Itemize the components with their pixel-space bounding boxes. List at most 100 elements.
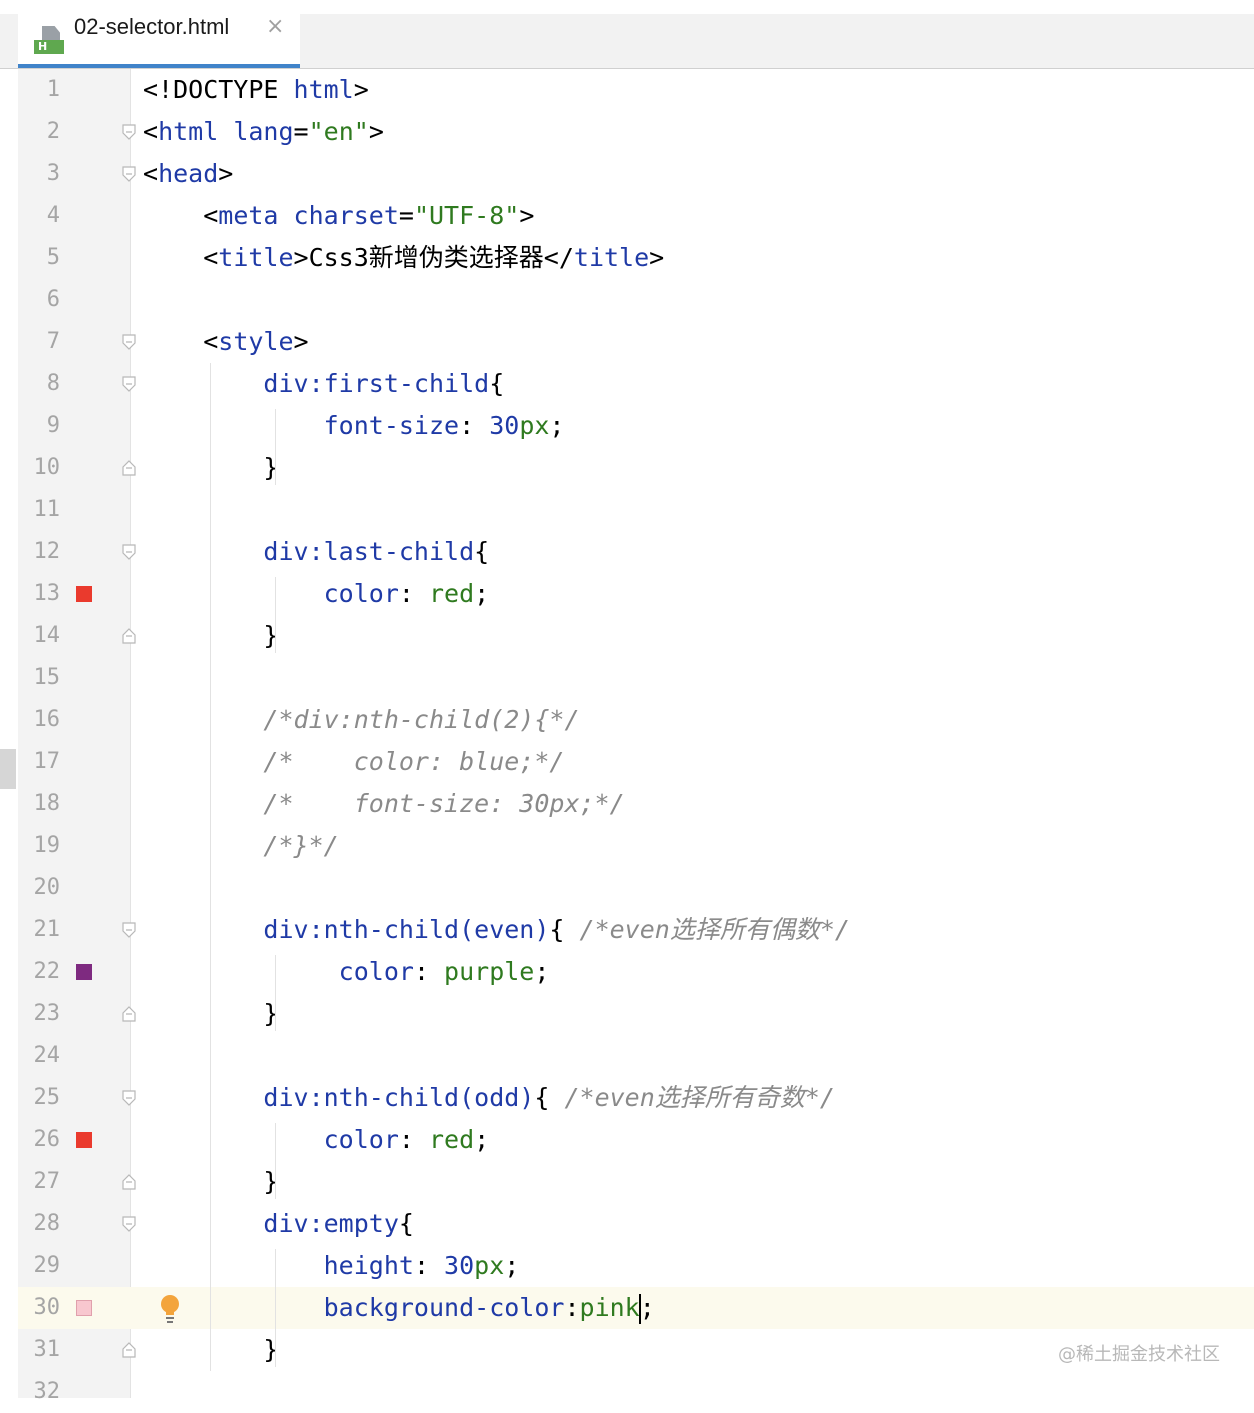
code-text[interactable]: /* font-size: 30px;*/	[143, 783, 624, 825]
fold-end-icon[interactable]	[121, 460, 137, 476]
indent-guide	[275, 577, 276, 653]
tab-02-selector-html[interactable]: H 02-selector.html ×	[18, 14, 300, 68]
indent-guide	[275, 1249, 276, 1367]
code-text[interactable]: color: red;	[143, 1119, 490, 1161]
code-line[interactable]: 29 height: 30px;	[0, 1245, 1254, 1287]
code-line[interactable]: 22 color: purple;	[0, 951, 1254, 993]
code-text[interactable]: <meta charset="UTF-8">	[143, 195, 534, 237]
code-line[interactable]: 3 <head>	[0, 153, 1254, 195]
line-number: 30	[33, 1295, 61, 1320]
line-number: 20	[33, 875, 61, 900]
code-text[interactable]: /*div:nth-child(2){*/	[143, 699, 579, 741]
code-line[interactable]: 26 color: red;	[0, 1119, 1254, 1161]
code-text[interactable]: <title>Css3新增伪类选择器</title>	[143, 237, 664, 279]
code-line[interactable]: 10 }	[0, 447, 1254, 489]
line-number: 6	[46, 287, 60, 312]
code-text[interactable]: /* color: blue;*/	[143, 741, 564, 783]
code-text[interactable]: div:first-child{	[143, 363, 504, 405]
code-line[interactable]: 11	[0, 489, 1254, 531]
code-text[interactable]: height: 30px;	[143, 1245, 520, 1287]
code-line[interactable]: 12 div:last-child{	[0, 531, 1254, 573]
color-swatch-icon[interactable]	[76, 1132, 92, 1148]
code-text[interactable]: <html lang="en">	[143, 111, 384, 153]
line-number: 11	[33, 497, 61, 522]
code-line[interactable]: 24	[0, 1035, 1254, 1077]
code-text[interactable]: div:last-child{	[143, 531, 489, 573]
line-number: 10	[33, 455, 61, 480]
line-number: 27	[33, 1169, 61, 1194]
line-number: 17	[33, 749, 61, 774]
code-text[interactable]: div:nth-child(odd){ /*even选择所有奇数*/	[143, 1077, 834, 1119]
fold-end-icon[interactable]	[121, 1174, 137, 1190]
fold-open-icon[interactable]	[121, 334, 137, 350]
code-text[interactable]: div:empty{	[143, 1203, 414, 1245]
code-line[interactable]: 21 div:nth-child(even){ /*even选择所有偶数*/	[0, 909, 1254, 951]
line-number: 14	[33, 623, 61, 648]
color-swatch-icon[interactable]	[76, 586, 92, 602]
html-file-icon: H	[34, 26, 64, 56]
code-line[interactable]: 16 /*div:nth-child(2){*/	[0, 699, 1254, 741]
color-swatch-icon[interactable]	[76, 1300, 92, 1316]
close-icon[interactable]: ×	[266, 14, 284, 64]
line-number: 22	[33, 959, 61, 984]
fold-end-icon[interactable]	[121, 1342, 137, 1358]
line-number: 8	[46, 371, 60, 396]
code-line[interactable]: 9 font-size: 30px;	[0, 405, 1254, 447]
line-number: 21	[33, 917, 61, 942]
code-text[interactable]: font-size: 30px;	[143, 405, 565, 447]
code-text[interactable]: div:nth-child(even){ /*even选择所有偶数*/	[143, 909, 850, 951]
code-line[interactable]: 2 <html lang="en">	[0, 111, 1254, 153]
line-number: 18	[33, 791, 61, 816]
line-number: 28	[33, 1211, 61, 1236]
code-text[interactable]: <!DOCTYPE html>	[143, 69, 369, 111]
fold-open-icon[interactable]	[121, 922, 137, 938]
line-number: 3	[46, 161, 60, 186]
fold-open-icon[interactable]	[121, 376, 137, 392]
line-number: 1	[46, 77, 60, 102]
fold-open-icon[interactable]	[121, 166, 137, 182]
fold-open-icon[interactable]	[121, 124, 137, 140]
code-line[interactable]: 6	[0, 279, 1254, 321]
code-line[interactable]: 8 div:first-child{	[0, 363, 1254, 405]
line-number: 32	[33, 1379, 61, 1404]
code-line[interactable]: 17 /* color: blue;*/	[0, 741, 1254, 783]
code-line[interactable]: 1 <!DOCTYPE html>	[0, 69, 1254, 111]
code-line[interactable]: 18 /* font-size: 30px;*/	[0, 783, 1254, 825]
line-number: 5	[46, 245, 60, 270]
line-number: 25	[33, 1085, 61, 1110]
code-text[interactable]: color: red;	[143, 573, 490, 615]
code-text[interactable]: background-color:pink;	[143, 1287, 655, 1329]
code-line[interactable]: 14 }	[0, 615, 1254, 657]
line-number: 9	[46, 413, 60, 438]
code-text[interactable]: /*}*/	[143, 825, 338, 867]
line-number: 29	[33, 1253, 61, 1278]
code-text[interactable]: color: purple;	[143, 951, 550, 993]
fold-end-icon[interactable]	[121, 1006, 137, 1022]
line-number: 4	[46, 203, 60, 228]
line-number: 31	[33, 1337, 61, 1362]
code-line[interactable]: 28 div:empty{	[0, 1203, 1254, 1245]
code-line[interactable]: 4 <meta charset="UTF-8">	[0, 195, 1254, 237]
code-line[interactable]: 27 }	[0, 1161, 1254, 1203]
code-line[interactable]: 30 background-color:pink;	[0, 1287, 1254, 1329]
code-line[interactable]: 7 <style>	[0, 321, 1254, 363]
line-number: 23	[33, 1001, 61, 1026]
code-line[interactable]: 15	[0, 657, 1254, 699]
code-line[interactable]: 19 /*}*/	[0, 825, 1254, 867]
code-line[interactable]: 23 }	[0, 993, 1254, 1035]
fold-end-icon[interactable]	[121, 628, 137, 644]
line-number: 15	[33, 665, 61, 690]
code-line[interactable]: 32	[0, 1371, 1254, 1413]
fold-open-icon[interactable]	[121, 544, 137, 560]
code-line[interactable]: 13 color: red;	[0, 573, 1254, 615]
fold-open-icon[interactable]	[121, 1216, 137, 1232]
tab-title: 02-selector.html	[74, 14, 230, 39]
code-line[interactable]: 25 div:nth-child(odd){ /*even选择所有奇数*/	[0, 1077, 1254, 1119]
code-line[interactable]: 5 <title>Css3新增伪类选择器</title>	[0, 237, 1254, 279]
code-text[interactable]: <head>	[143, 153, 233, 195]
color-swatch-icon[interactable]	[76, 964, 92, 980]
fold-open-icon[interactable]	[121, 1090, 137, 1106]
code-text[interactable]: <style>	[143, 321, 308, 363]
code-line[interactable]: 20	[0, 867, 1254, 909]
code-editor[interactable]: 1 <!DOCTYPE html> 2 <html lang="en"> 3 <head>…	[0, 69, 1254, 1404]
